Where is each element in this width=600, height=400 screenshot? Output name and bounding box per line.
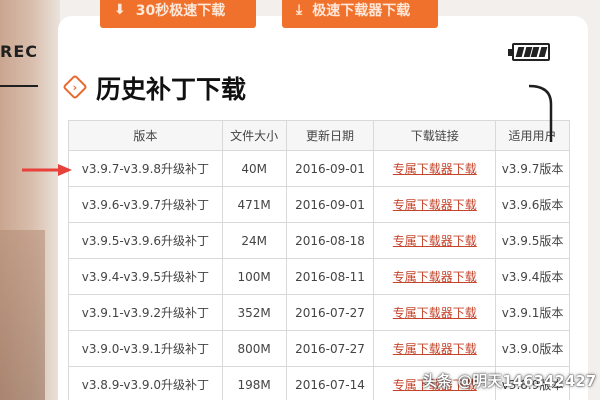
cell-version: v3.9.7-v3.9.8升级补丁	[68, 150, 223, 187]
download-link[interactable]: 专属下载器下载	[393, 342, 477, 356]
cell-date: 2016-09-01	[285, 150, 375, 187]
cell-version: v3.8.9-v3.9.0升级补丁	[68, 366, 223, 400]
cell-link: 专属下载器下载	[373, 186, 497, 223]
cell-user: v3.9.4版本	[495, 258, 570, 295]
table-row: v3.9.0-v3.9.1升级补丁 800M 2016-07-27 专属下载器下…	[68, 330, 570, 367]
header-size: 文件大小	[221, 120, 287, 151]
cell-link: 专属下载器下载	[373, 294, 497, 331]
table-row: v3.9.4-v3.9.5升级补丁 100M 2016-08-11 专属下载器下…	[68, 258, 570, 295]
downloader-download-button[interactable]: ⤓ 极速下载器下载	[282, 0, 438, 28]
cell-date: 2016-07-27	[285, 294, 375, 331]
patch-table: 版本 文件大小 更新日期 下载链接 适用用户 v3.9.7-v3.9.8升级补丁…	[68, 120, 570, 400]
cell-size: 100M	[221, 258, 287, 295]
page-title: 历史补丁下载	[96, 75, 247, 104]
cell-version: v3.9.6-v3.9.7升级补丁	[68, 186, 223, 223]
red-arrow-icon	[22, 164, 72, 176]
cell-link: 专属下载器下载	[373, 150, 497, 187]
table-row: v3.9.7-v3.9.8升级补丁 40M 2016-09-01 专属下载器下载…	[68, 150, 570, 187]
annotation-line	[0, 85, 38, 87]
cell-link: 专属下载器下载	[373, 222, 497, 259]
download-link[interactable]: 专属下载器下载	[393, 306, 477, 320]
cell-size: 24M	[221, 222, 287, 259]
watermark-text: 头条 @明天146342427	[422, 372, 597, 390]
cell-user: v3.9.5版本	[495, 222, 570, 259]
download-box-icon: ⤓	[296, 2, 303, 18]
battery-icon	[508, 43, 550, 61]
cell-user: v3.9.6版本	[495, 186, 570, 223]
cell-size: 471M	[221, 186, 287, 223]
cell-user: v3.9.1版本	[495, 294, 570, 331]
downloader-download-label: 极速下载器下载	[312, 3, 411, 19]
cell-size: 40M	[221, 150, 287, 187]
rec-indicator: REC	[0, 42, 38, 61]
cell-link: 专属下载器下载	[373, 258, 497, 295]
cell-size: 198M	[221, 366, 287, 400]
table-row: v3.9.5-v3.9.6升级补丁 24M 2016-08-18 专属下载器下载…	[68, 222, 570, 259]
header-version: 版本	[68, 120, 223, 151]
cell-version: v3.9.0-v3.9.1升级补丁	[68, 330, 223, 367]
download-link[interactable]: 专属下载器下载	[393, 162, 477, 176]
cell-version: v3.9.5-v3.9.6升级补丁	[68, 222, 223, 259]
cell-user: v3.9.0版本	[495, 330, 570, 367]
table-header-row: 版本 文件大小 更新日期 下载链接 适用用户	[68, 120, 570, 151]
cell-version: v3.9.4-v3.9.5升级补丁	[68, 258, 223, 295]
download-link[interactable]: 专属下载器下载	[393, 198, 477, 212]
download-link[interactable]: 专属下载器下载	[393, 234, 477, 248]
header-date: 更新日期	[285, 120, 375, 151]
cell-date: 2016-08-11	[285, 258, 375, 295]
cell-date: 2016-07-27	[285, 330, 375, 367]
cell-size: 800M	[221, 330, 287, 367]
download-icon: ⬇	[114, 2, 126, 18]
cell-link: 专属下载器下载	[373, 330, 497, 367]
cell-size: 352M	[221, 294, 287, 331]
table-row: v3.9.1-v3.9.2升级补丁 352M 2016-07-27 专属下载器下…	[68, 294, 570, 331]
header-link: 下载链接	[373, 120, 497, 151]
table-row: v3.9.6-v3.9.7升级补丁 471M 2016-09-01 专属下载器下…	[68, 186, 570, 223]
cell-user: v3.9.7版本	[495, 150, 570, 187]
fast-download-label: 30秒极速下载	[135, 3, 226, 19]
annotation-curve-icon	[528, 84, 553, 142]
download-link[interactable]: 专属下载器下载	[393, 270, 477, 284]
cell-version: v3.9.1-v3.9.2升级补丁	[68, 294, 223, 331]
cell-date: 2016-09-01	[285, 186, 375, 223]
cell-date: 2016-07-14	[285, 366, 375, 400]
fast-download-button[interactable]: ⬇ 30秒极速下载	[100, 0, 256, 28]
cell-date: 2016-08-18	[285, 222, 375, 259]
